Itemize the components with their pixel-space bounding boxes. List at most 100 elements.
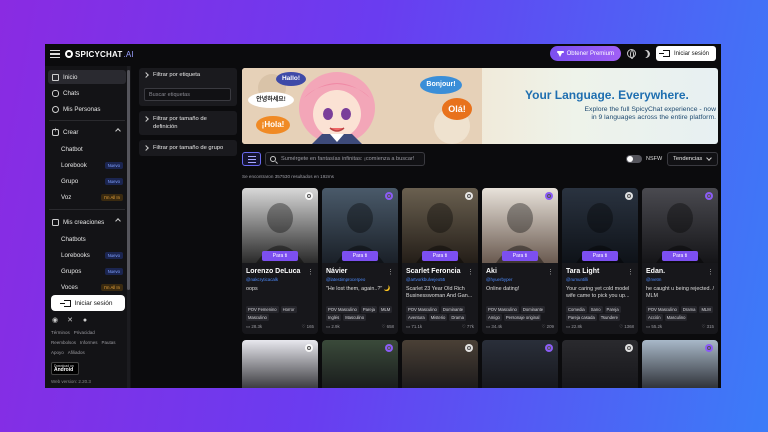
sidebar-sub-lorebooks[interactable]: Lorebooks Nuevo <box>61 249 127 261</box>
character-card[interactable] <box>482 340 558 388</box>
sidebar-sub-chatbots[interactable]: Chatbots <box>61 233 127 245</box>
group-filter[interactable]: Filtrar por tamaño de grupo <box>139 140 237 156</box>
tag-chip[interactable]: Sano <box>588 306 603 313</box>
tag-chip[interactable]: POV Masculino <box>406 306 439 313</box>
character-card[interactable] <box>322 340 398 388</box>
globe-icon[interactable] <box>626 49 636 59</box>
tag-chip[interactable]: Aventura <box>406 314 427 321</box>
tag-filter-title[interactable]: Filtrar por etiqueta <box>153 71 200 79</box>
tag-chip[interactable]: Comedia <box>566 306 587 313</box>
footer-link-reports[interactable]: Informes <box>80 340 98 345</box>
sidebar-item-chats[interactable]: Chats <box>48 86 126 100</box>
creator-handle[interactable]: @nakcryticacalk <box>246 277 278 282</box>
filter-toggle-button[interactable] <box>242 152 261 166</box>
sidebar-sub-chatbot[interactable]: Chatbot <box>61 143 127 155</box>
tag-chip[interactable]: Masculino <box>343 314 367 321</box>
creator-handle[interactable]: @rumuntilli <box>566 277 588 282</box>
chat-bubble-icon[interactable] <box>625 192 633 200</box>
premium-button[interactable]: Obtener Premium <box>549 46 621 61</box>
chat-bubble-icon[interactable] <box>305 192 313 200</box>
sidebar-sub-voces[interactable]: Voces I'm All In <box>61 281 127 293</box>
search-bar[interactable] <box>265 152 425 166</box>
chat-bubble-icon[interactable] <box>705 192 713 200</box>
nsfw-switch[interactable] <box>626 155 642 163</box>
tag-chip[interactable]: POV Masculino <box>486 306 519 313</box>
tag-chip[interactable]: Drama <box>449 314 466 321</box>
sidebar-sub-grupo[interactable]: Grupo Nuevo <box>61 175 127 187</box>
character-card[interactable]: Para ti Lorenzo DeLuca ⋮ @nakcryticacalk… <box>242 188 318 334</box>
tag-chip[interactable]: POV Masculino <box>646 306 679 313</box>
search-input[interactable] <box>281 156 419 162</box>
more-options-icon[interactable]: ⋮ <box>387 268 394 276</box>
tag-chip[interactable]: Horror <box>280 306 297 313</box>
tag-chip[interactable]: Misterio <box>428 314 448 321</box>
creator-handle[interactable]: @rvetm <box>646 277 661 282</box>
character-card[interactable]: Para ti Scarlet Feroncia ⋮ @artvorkbulve… <box>402 188 478 334</box>
tag-chip[interactable]: Pareja <box>604 306 621 313</box>
tag-chip[interactable]: Drama <box>680 306 698 313</box>
sort-dropdown[interactable]: Tendencias <box>667 152 718 166</box>
sidebar-sub-voz[interactable]: Voz I'm All In <box>61 191 127 203</box>
tag-chip[interactable]: Inglés <box>326 314 342 321</box>
character-card[interactable]: Para ti Tara Light ⋮ @rumuntilli Your ca… <box>562 188 638 334</box>
chat-bubble-icon[interactable] <box>305 344 313 352</box>
tag-chip[interactable]: Pareja casada <box>566 314 597 321</box>
creator-handle[interactable]: @hyuerbyper <box>486 277 512 282</box>
menu-icon[interactable] <box>50 50 60 58</box>
tag-chip[interactable]: POV Femenino <box>246 306 279 313</box>
tag-chip[interactable]: POV Masculino <box>326 306 359 313</box>
footer-link-refunds[interactable]: Reembolsos <box>51 340 76 345</box>
character-card[interactable] <box>562 340 638 388</box>
footer-link-guidelines[interactable]: Pautas <box>102 340 116 345</box>
tag-chip[interactable]: Personaje original <box>503 314 542 321</box>
more-options-icon[interactable]: ⋮ <box>307 268 314 276</box>
character-card[interactable] <box>242 340 318 388</box>
tag-chip[interactable]: Dominante <box>520 306 546 313</box>
login-button[interactable]: Iniciar sesión <box>655 46 716 61</box>
sidebar-item-mis-creaciones[interactable]: Mis creaciones <box>48 215 126 229</box>
chevron-right-icon[interactable] <box>143 72 149 78</box>
tag-chip[interactable]: MLM <box>378 306 393 313</box>
character-card[interactable] <box>402 340 478 388</box>
sidebar-item-personas[interactable]: Mis Personas <box>48 102 126 116</box>
discord-icon[interactable]: ◉ <box>51 317 59 324</box>
reddit-icon[interactable]: ● <box>81 317 89 324</box>
creator-handle[interactable]: @latestimprocerpeo <box>326 277 365 282</box>
tag-chip[interactable]: Tsundere <box>598 314 621 321</box>
tag-search-input[interactable]: Buscar etiquetas <box>144 88 231 101</box>
chat-bubble-icon[interactable] <box>465 344 473 352</box>
footer-link-privacy[interactable]: Privacidad <box>74 330 95 335</box>
nsfw-toggle[interactable]: NSFW <box>626 155 662 163</box>
tag-chip[interactable]: Dominante <box>440 306 466 313</box>
character-card[interactable]: Para ti Aki ⋮ @hyuerbyper Online dating!… <box>482 188 558 334</box>
sidebar-login-button[interactable]: Iniciar sesión <box>51 295 125 311</box>
chat-bubble-icon[interactable] <box>545 344 553 352</box>
logo[interactable]: SPICYCHAT .AI <box>65 50 134 59</box>
chat-bubble-icon[interactable] <box>625 344 633 352</box>
character-card[interactable]: Para ti Edan. ⋮ @rvetm he caught u being… <box>642 188 718 334</box>
tag-chip[interactable]: Masculino <box>246 314 269 321</box>
sidebar-item-crear[interactable]: Crear <box>48 125 126 139</box>
chat-bubble-icon[interactable] <box>385 344 393 352</box>
footer-link-terms[interactable]: Términos <box>51 330 70 335</box>
android-download-badge[interactable]: Download on Android <box>51 362 79 375</box>
tag-chip[interactable]: Pareja <box>360 306 377 313</box>
sidebar-scrollbar[interactable] <box>127 66 130 388</box>
tag-chip[interactable]: Acción <box>646 314 663 321</box>
more-options-icon[interactable]: ⋮ <box>707 268 714 276</box>
more-options-icon[interactable]: ⋮ <box>627 268 634 276</box>
tag-chip[interactable]: MLM <box>699 306 713 313</box>
footer-link-affiliates[interactable]: Afiliados <box>68 350 85 355</box>
character-card[interactable]: Para ti Návier ⋮ @latestimprocerpeo "He … <box>322 188 398 334</box>
x-icon[interactable]: ✕ <box>66 317 74 324</box>
tag-chip[interactable]: Amigo <box>486 314 502 321</box>
more-options-icon[interactable]: ⋮ <box>467 268 474 276</box>
sidebar-sub-grupos[interactable]: Grupos Nuevo <box>61 265 127 277</box>
footer-link-support[interactable]: Apoyo <box>51 350 64 355</box>
sidebar-item-inicio[interactable]: Inicio <box>48 70 126 84</box>
size-filter[interactable]: Filtrar por tamaño de definición <box>139 111 237 135</box>
more-options-icon[interactable]: ⋮ <box>547 268 554 276</box>
chat-bubble-icon[interactable] <box>705 344 713 352</box>
language-banner[interactable]: Hallo! 안녕하세요! ¡Hola! Bonjour! Olá! Your … <box>242 68 718 144</box>
character-card[interactable] <box>642 340 718 388</box>
